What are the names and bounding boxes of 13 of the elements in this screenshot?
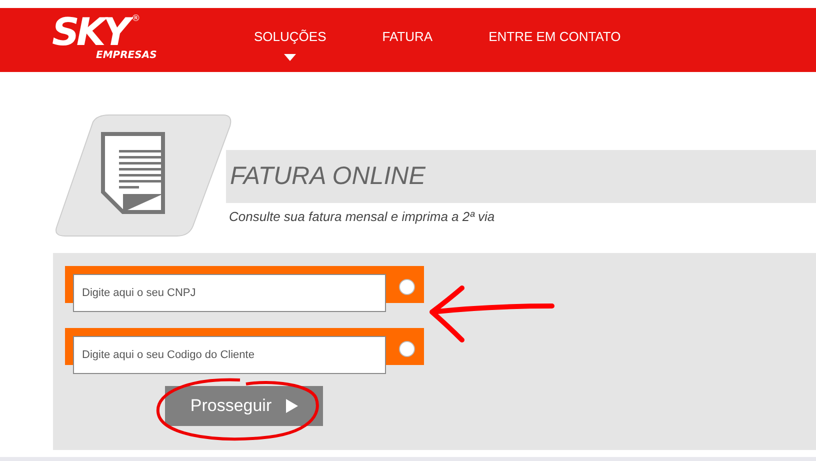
page-subtitle: Consulte sua fatura mensal e imprima a 2ª via [229, 209, 496, 224]
nav-link[interactable]: FATURA [382, 29, 433, 61]
play-icon [286, 399, 298, 413]
radio-button[interactable] [399, 341, 415, 357]
nav-link[interactable]: ENTRE EM CONTATO [488, 29, 621, 61]
logo-subtitle: EMPRESAS [96, 50, 157, 61]
input-field[interactable]: Digite aqui o seu Codigo do Cliente [73, 336, 386, 374]
radio-button[interactable] [399, 279, 415, 295]
proceed-button[interactable]: Prosseguir [165, 386, 323, 426]
input-field[interactable]: Digite aqui o seu CNPJ [73, 274, 386, 312]
registered-mark: ® [131, 14, 140, 24]
nav-link[interactable]: SOLUÇÕES [254, 29, 326, 61]
page-title: FATURA ONLINE [230, 162, 426, 191]
